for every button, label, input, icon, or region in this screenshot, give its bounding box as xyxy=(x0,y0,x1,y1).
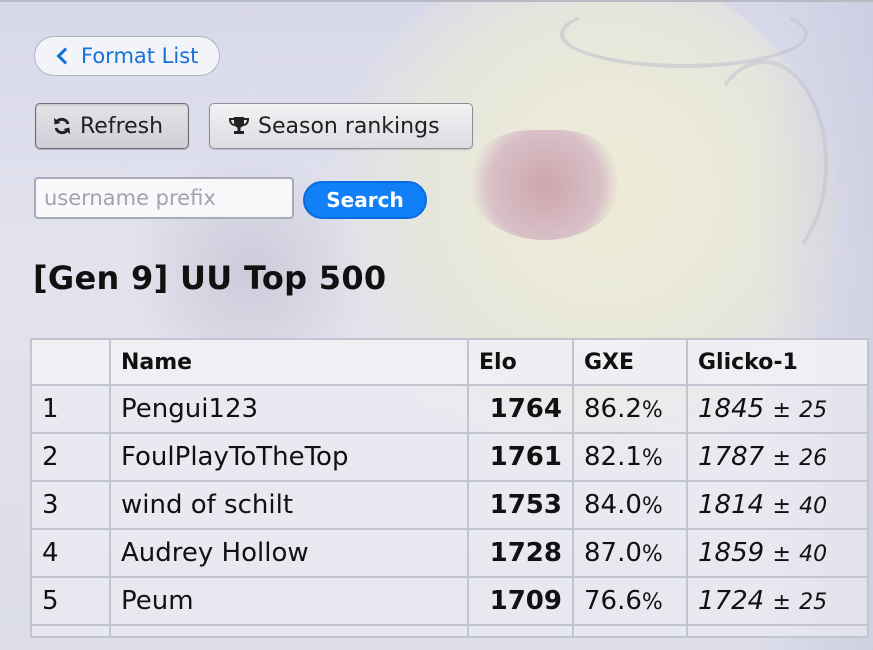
gxe-cell: 82.1% xyxy=(572,432,688,482)
empty-cell xyxy=(109,624,469,638)
glicko-rating: 1814 xyxy=(698,490,765,520)
rank-cell: 5 xyxy=(30,576,111,626)
table-row: 5 Peum 1709 76.6% 1724 ± 25 xyxy=(30,576,869,626)
rank-cell: 2 xyxy=(30,432,111,482)
percent-sign: % xyxy=(641,446,663,471)
gxe-value: 82.1 xyxy=(584,442,642,472)
glicko-deviation: 26 xyxy=(799,446,828,471)
gxe-cell: 86.2% xyxy=(572,384,688,434)
glicko-deviation: 25 xyxy=(799,398,828,423)
format-list-button[interactable]: Format List xyxy=(34,36,220,76)
glicko-cell: 1724 ± 25 xyxy=(686,576,869,626)
table-row: 3 wind of schilt 1753 84.0% 1814 ± 40 xyxy=(30,480,869,530)
gxe-value: 86.2 xyxy=(584,394,642,424)
glicko-deviation: 25 xyxy=(799,590,828,615)
rank-cell: 1 xyxy=(30,384,111,434)
table-header-row: Name Elo GXE Glicko-1 xyxy=(30,338,869,386)
table-row: 4 Audrey Hollow 1728 87.0% 1859 ± 40 xyxy=(30,528,869,578)
refresh-button[interactable]: Refresh xyxy=(35,103,189,149)
gxe-cell: 84.0% xyxy=(572,480,688,530)
page-title: [Gen 9] UU Top 500 xyxy=(33,259,387,297)
elo-cell: 1709 xyxy=(467,576,574,626)
plus-minus-sign: ± xyxy=(772,398,791,423)
percent-sign: % xyxy=(641,542,663,567)
ladder-table: Name Elo GXE Glicko-1 1 Pengui123 1764 8… xyxy=(30,338,869,638)
gxe-cell: 87.0% xyxy=(572,528,688,578)
gxe-cell: 76.6% xyxy=(572,576,688,626)
plus-minus-sign: ± xyxy=(772,590,791,615)
player-name-link[interactable]: Audrey Hollow xyxy=(109,528,469,578)
table-row-cut-off xyxy=(30,624,869,638)
plus-minus-sign: ± xyxy=(772,446,791,471)
elo-column-header: Elo xyxy=(467,338,574,386)
plus-minus-sign: ± xyxy=(772,494,791,519)
glicko-rating: 1845 xyxy=(698,394,765,424)
elo-cell: 1761 xyxy=(467,432,574,482)
player-name-link[interactable]: Pengui123 xyxy=(109,384,469,434)
elo-cell: 1728 xyxy=(467,528,574,578)
percent-sign: % xyxy=(641,590,663,615)
empty-cell xyxy=(30,624,111,638)
username-search-input[interactable] xyxy=(34,177,294,219)
percent-sign: % xyxy=(641,398,663,423)
table-row: 2 FoulPlayToTheTop 1761 82.1% 1787 ± 26 xyxy=(30,432,869,482)
format-list-label: Format List xyxy=(81,44,199,68)
glicko-deviation: 40 xyxy=(799,494,828,519)
season-rankings-label: Season rankings xyxy=(258,113,440,139)
glicko-cell: 1845 ± 25 xyxy=(686,384,869,434)
player-name-link[interactable]: FoulPlayToTheTop xyxy=(109,432,469,482)
elo-cell: 1753 xyxy=(467,480,574,530)
percent-sign: % xyxy=(641,494,663,519)
gxe-value: 84.0 xyxy=(584,490,642,520)
season-rankings-button[interactable]: Season rankings xyxy=(209,103,473,149)
glicko-cell: 1814 ± 40 xyxy=(686,480,869,530)
trophy-icon xyxy=(228,117,250,134)
empty-cell xyxy=(572,624,688,638)
empty-cell xyxy=(686,624,869,638)
refresh-label: Refresh xyxy=(80,113,164,139)
player-name-link[interactable]: Peum xyxy=(109,576,469,626)
refresh-icon xyxy=(54,117,70,135)
plus-minus-sign: ± xyxy=(772,542,791,567)
gxe-column-header: GXE xyxy=(572,338,688,386)
glicko-rating: 1787 xyxy=(698,442,765,472)
gxe-value: 76.6 xyxy=(584,586,642,616)
rank-cell: 4 xyxy=(30,528,111,578)
glicko-column-header: Glicko-1 xyxy=(686,338,869,386)
gxe-value: 87.0 xyxy=(584,538,642,568)
name-column-header: Name xyxy=(109,338,469,386)
glicko-rating: 1859 xyxy=(698,538,765,568)
glicko-cell: 1787 ± 26 xyxy=(686,432,869,482)
glicko-rating: 1724 xyxy=(698,586,765,616)
glicko-deviation: 40 xyxy=(799,542,828,567)
player-name-link[interactable]: wind of schilt xyxy=(109,480,469,530)
rank-column-header xyxy=(30,338,111,386)
elo-cell: 1764 xyxy=(467,384,574,434)
empty-cell xyxy=(467,624,574,638)
glicko-cell: 1859 ± 40 xyxy=(686,528,869,578)
top-border xyxy=(0,0,873,2)
table-row: 1 Pengui123 1764 86.2% 1845 ± 25 xyxy=(30,384,869,434)
rank-cell: 3 xyxy=(30,480,111,530)
search-button-label: Search xyxy=(326,188,404,212)
chevron-left-icon xyxy=(56,47,74,65)
search-button[interactable]: Search xyxy=(303,181,427,219)
